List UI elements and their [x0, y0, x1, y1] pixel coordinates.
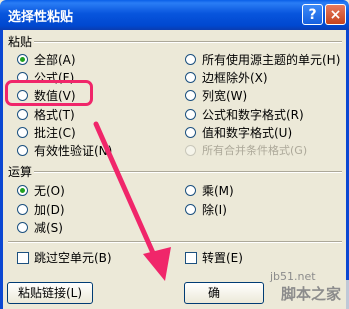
- paste-special-dialog: 选择性粘贴 ? × 粘贴 全部(A) 公式(F) 数值(V) 格式(T) 批注(…: [0, 0, 349, 309]
- arrow-shaft: [93, 121, 160, 265]
- watermark-url: jb51.net: [270, 270, 316, 283]
- pointer-arrow: [93, 121, 171, 281]
- watermark-name: 脚本之家: [281, 285, 342, 303]
- arrow-head: [143, 247, 171, 281]
